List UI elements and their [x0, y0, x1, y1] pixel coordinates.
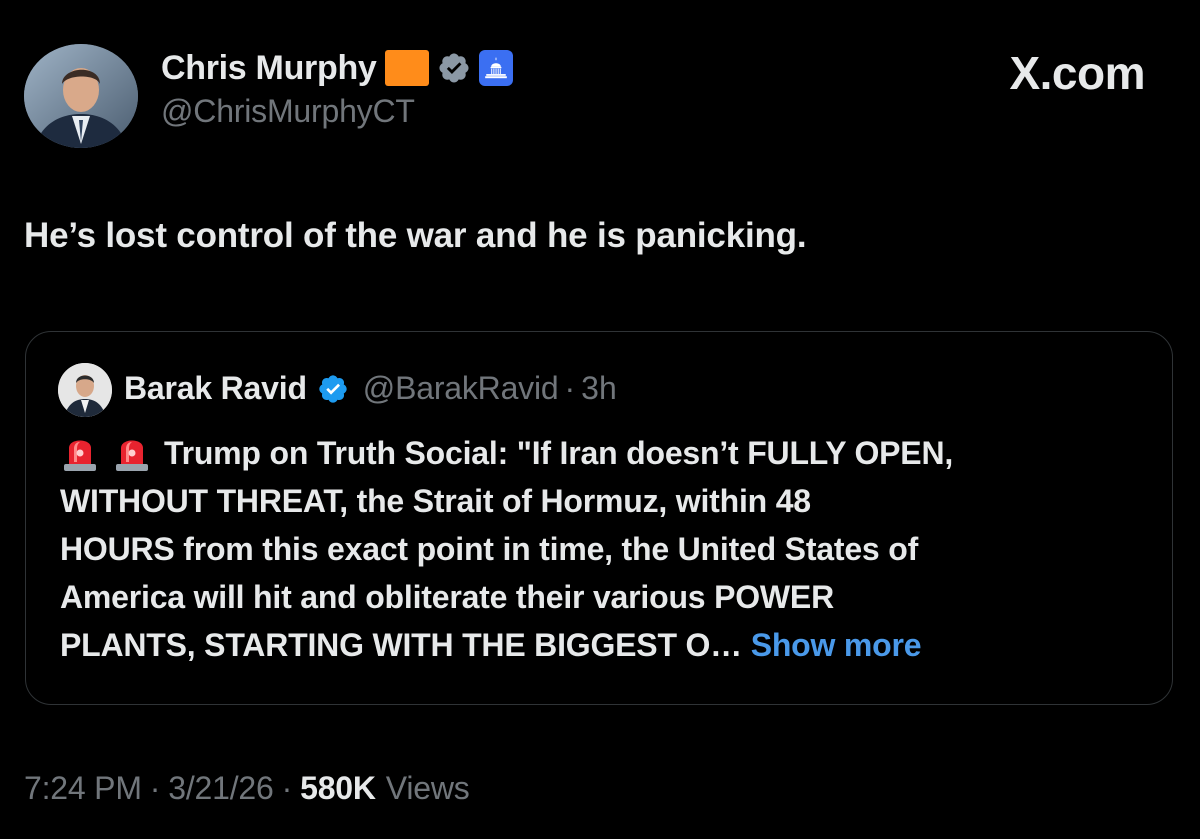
siren-emoji-icon: [112, 433, 152, 471]
quoted-line-text: Trump on Truth Social: "If Iran doesn’t …: [164, 435, 954, 471]
quoted-tweet-header: Barak Ravid @BarakRavid · 3h: [124, 370, 617, 407]
quoted-avatar-portrait-image: [58, 363, 112, 417]
show-more-link[interactable]: Show more: [751, 627, 922, 663]
quoted-author-handle[interactable]: @BarakRavid: [363, 370, 559, 407]
x-com-brand-label: X.com: [1009, 47, 1145, 99]
verified-badge-icon[interactable]: [437, 51, 471, 85]
views-label: Views: [385, 770, 470, 806]
siren-emoji-icon: [60, 433, 100, 471]
quoted-line-4: America will hit and obliterate their va…: [60, 579, 834, 615]
quoted-line-2: WITHOUT THREAT, the Strait of Hormuz, wi…: [60, 483, 811, 519]
author-display-name[interactable]: Chris Murphy: [161, 49, 377, 88]
author-handle[interactable]: @ChrisMurphyCT: [161, 93, 415, 130]
tweet-meta: 7:24 PM · 3/21/26 · 580K Views: [24, 770, 470, 807]
capitol-icon[interactable]: [478, 50, 513, 86]
author-avatar[interactable]: [24, 44, 138, 148]
tweet-text: He’s lost control of the war and he is p…: [24, 216, 807, 255]
quoted-author-avatar[interactable]: [58, 363, 112, 417]
quoted-line-text: PLANTS, STARTING WITH THE BIGGEST O…: [60, 627, 742, 663]
quoted-tweet-card[interactable]: Barak Ravid @BarakRavid · 3h Trump on Tr…: [25, 331, 1173, 705]
verified-badge-icon[interactable]: [317, 373, 349, 405]
author-name-row: Chris Murphy: [161, 46, 513, 90]
meta-separator-dot: ·: [281, 770, 293, 806]
tweet-time[interactable]: 7:24 PM: [24, 770, 142, 807]
avatar-portrait-image: [24, 44, 138, 148]
quoted-line-5: PLANTS, STARTING WITH THE BIGGEST O… Sho…: [60, 621, 1160, 669]
tweet-date[interactable]: 3/21/26: [168, 770, 274, 807]
quoted-tweet-time[interactable]: 3h: [581, 370, 617, 407]
capitol-glyph-icon: [484, 57, 507, 79]
quoted-line-3: HOURS from this exact point in time, the…: [60, 531, 919, 567]
header-separator-dot: ·: [564, 370, 576, 406]
quoted-line-1: Trump on Truth Social: "If Iran doesn’t …: [60, 429, 1160, 477]
quoted-tweet-body: Trump on Truth Social: "If Iran doesn’t …: [60, 429, 1160, 669]
orange-square-emoji-icon: [384, 50, 429, 86]
quoted-author-display-name[interactable]: Barak Ravid: [124, 370, 307, 407]
views-count: 580K: [300, 770, 376, 806]
meta-separator-dot: ·: [149, 770, 161, 806]
